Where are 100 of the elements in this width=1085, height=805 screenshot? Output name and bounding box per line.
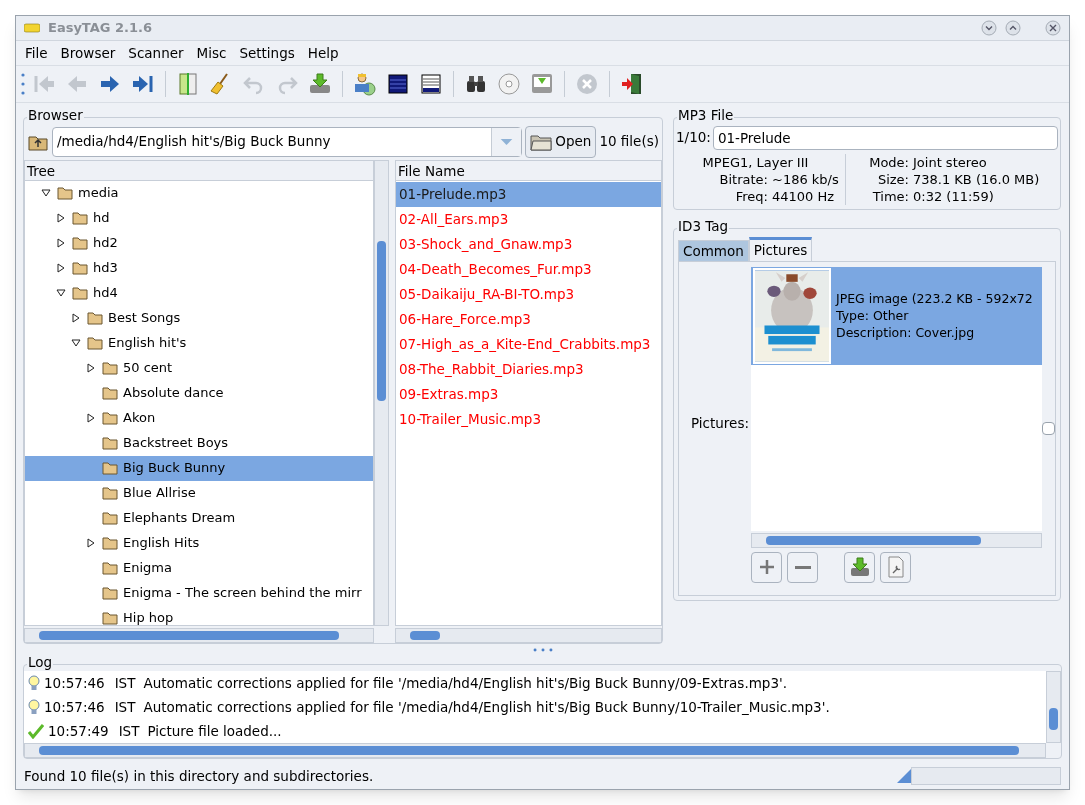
section-title: Log xyxy=(27,654,54,671)
log-time: 10:57:46 xyxy=(44,698,105,717)
track-index: 1/10: xyxy=(676,128,711,148)
collapsed-arrow-icon[interactable] xyxy=(71,313,81,324)
picture-info: JPEG image (223.2 KB - 592x72 xyxy=(836,290,1033,308)
file-row[interactable]: 02-All_Ears.mp3 xyxy=(396,206,661,232)
tree-item[interactable]: hd xyxy=(25,205,373,231)
tree-item[interactable]: hd3 xyxy=(25,255,373,281)
menu-item[interactable]: Help xyxy=(303,41,343,64)
tree-item[interactable]: English Hits xyxy=(25,530,373,556)
log-time: 10:57:46 xyxy=(44,674,105,693)
horizontal-scrollbar[interactable] xyxy=(24,743,1046,759)
minimize-icon[interactable] xyxy=(981,19,997,36)
window-title: EasyTAG 2.1.6 xyxy=(48,19,152,38)
folder-icon xyxy=(530,132,553,151)
tab[interactable]: Common xyxy=(678,239,749,261)
column-header[interactable]: File Name xyxy=(396,160,661,181)
plus-icon xyxy=(757,558,776,577)
tree-item[interactable]: Akon xyxy=(25,405,373,431)
tree-item[interactable]: hd4 xyxy=(25,280,373,306)
tab[interactable]: Pictures xyxy=(748,236,813,261)
toolbar-handle-icon[interactable] xyxy=(21,71,25,96)
minus-icon xyxy=(794,565,811,569)
tree-item[interactable]: English hit's xyxy=(25,330,373,356)
collapsed-arrow-icon[interactable] xyxy=(56,213,66,224)
menu-item[interactable]: File xyxy=(21,41,52,64)
file-row[interactable]: 10-Trailer_Music.mp3 xyxy=(396,406,661,432)
menu-item[interactable]: Misc xyxy=(192,41,231,64)
picture-row[interactable]: JPEG image (223.2 KB - 592x72 Type: Other Description: Cover.jpg xyxy=(751,266,1042,365)
folder-icon xyxy=(57,186,73,201)
log-time: 10:57:49 xyxy=(48,722,109,741)
horizontal-scrollbar[interactable] xyxy=(751,532,1042,548)
info-value: 738.1 KB (16.0 MB) xyxy=(913,170,1040,188)
picture-info: Type: Other xyxy=(836,307,910,325)
folder-icon xyxy=(102,436,118,451)
path-combo[interactable]: /media/hd4/English hit's/Big Buck Bunny xyxy=(52,126,523,157)
log-zone: IST xyxy=(118,722,140,741)
folder-icon xyxy=(102,486,118,501)
remove-button[interactable] xyxy=(787,551,818,583)
checkmark-icon xyxy=(28,723,44,740)
horizontal-scrollbar[interactable] xyxy=(24,628,374,644)
folder-icon xyxy=(102,411,118,426)
log-message: Automatic corrections applied for file '/media/hd4/English hit's/Big Buck Bunny/09-Extras.mp3'. xyxy=(143,674,787,693)
file-row[interactable]: 03-Shock_and_Gnaw.mp3 xyxy=(396,231,661,257)
column-header[interactable]: Tree xyxy=(25,160,373,181)
collapsed-arrow-icon[interactable] xyxy=(86,413,96,424)
checkbox[interactable] xyxy=(1042,421,1055,435)
folder-icon xyxy=(102,586,118,601)
file-row[interactable]: 04-Death_Becomes_Fur.mp3 xyxy=(396,256,661,282)
expanded-arrow-icon[interactable] xyxy=(56,288,66,299)
document-wrench-icon xyxy=(885,556,906,579)
file-row[interactable]: 07-High_as_a_Kite-End_Crabbits.mp3 xyxy=(396,331,661,357)
expanded-arrow-icon[interactable] xyxy=(71,338,81,349)
menu-item[interactable]: Browser xyxy=(56,41,120,64)
info-label: Freq: xyxy=(734,187,769,205)
tree-item[interactable]: Best Songs xyxy=(25,305,373,331)
folder-icon xyxy=(102,611,118,626)
filename-field[interactable]: 01-Prelude xyxy=(712,125,1058,150)
tree-item[interactable]: 50 cent xyxy=(25,355,373,381)
add-button[interactable] xyxy=(751,551,782,583)
info-label: Time: xyxy=(871,187,910,205)
open-button[interactable]: Open xyxy=(525,125,597,158)
file-row[interactable]: 06-Hare_Force.mp3 xyxy=(396,306,661,332)
folder-icon xyxy=(102,386,118,401)
tree-item[interactable]: Enigma - The screen behind the mirr xyxy=(25,580,373,606)
tree-item[interactable]: Blue Allrise xyxy=(25,480,373,506)
tree-item[interactable]: Elephants Dream xyxy=(25,505,373,531)
folder-icon xyxy=(87,311,103,326)
collapsed-arrow-icon[interactable] xyxy=(86,538,96,549)
collapsed-arrow-icon[interactable] xyxy=(56,238,66,249)
tree-item[interactable]: hd2 xyxy=(25,230,373,256)
vertical-scrollbar[interactable] xyxy=(1046,671,1061,744)
file-row[interactable]: 01-Prelude.mp3 xyxy=(396,181,661,207)
log-zone: IST xyxy=(114,674,136,693)
tree-item[interactable]: Enigma xyxy=(25,555,373,581)
splitter-handle-icon[interactable] xyxy=(531,647,555,654)
collapsed-arrow-icon[interactable] xyxy=(56,263,66,274)
tree-item[interactable]: Backstreet Boys xyxy=(25,430,373,456)
file-row[interactable]: 09-Extras.mp3 xyxy=(396,381,661,407)
tree-item[interactable]: Hip hop xyxy=(25,605,373,626)
info-value: 0:32 (11:59) xyxy=(913,187,994,205)
tree-item[interactable]: Big Buck Bunny xyxy=(25,455,373,481)
vertical-scrollbar[interactable] xyxy=(374,159,389,627)
close-icon[interactable] xyxy=(1045,19,1061,36)
log-zone: IST xyxy=(114,698,136,717)
menu-item[interactable]: Scanner xyxy=(124,41,188,64)
expanded-arrow-icon[interactable] xyxy=(41,188,51,199)
menu-item[interactable]: Settings xyxy=(235,41,299,64)
tree-item[interactable]: media xyxy=(25,180,373,206)
save-button[interactable] xyxy=(844,551,875,583)
collapsed-arrow-icon[interactable] xyxy=(86,363,96,374)
maximize-icon[interactable] xyxy=(1005,19,1021,36)
file-row[interactable]: 08-The_Rabbit_Diaries.mp3 xyxy=(396,356,661,382)
info-value: ~186 kb/s xyxy=(772,170,839,188)
lightbulb-icon xyxy=(28,675,40,692)
tree-item[interactable]: Absolute dance xyxy=(25,380,373,406)
picture-info: Description: Cover.jpg xyxy=(836,324,976,342)
file-row[interactable]: 05-Daikaiju_RA-BI-TO.mp3 xyxy=(396,281,661,307)
horizontal-scrollbar[interactable] xyxy=(395,628,662,644)
folder-icon xyxy=(102,536,118,551)
